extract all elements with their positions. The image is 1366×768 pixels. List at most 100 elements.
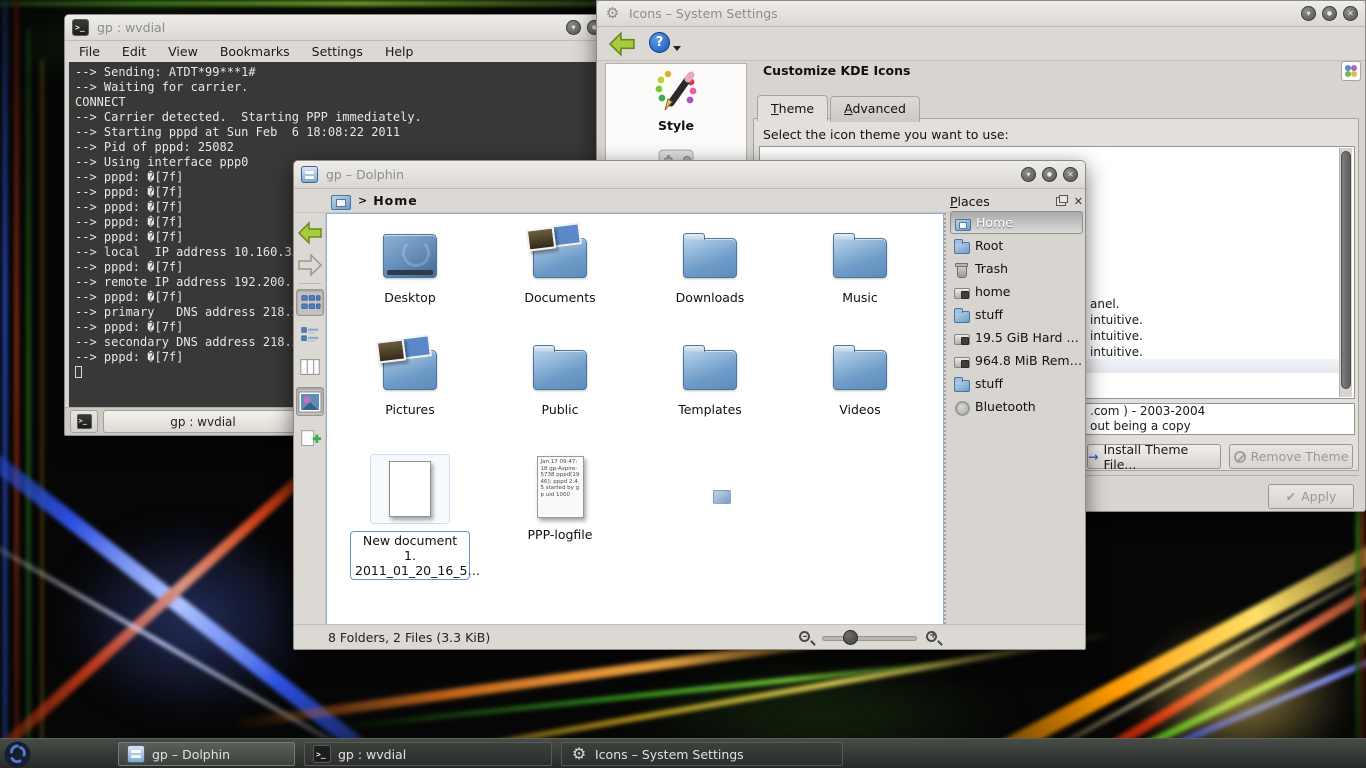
chevron-down-icon[interactable] xyxy=(673,46,681,51)
drive-icon xyxy=(953,330,969,346)
folder-item[interactable]: Pictures xyxy=(336,340,484,417)
dolphin-titlebar[interactable]: gp – Dolphin ▾ ● ✕ xyxy=(294,161,1085,189)
places-item[interactable]: Home xyxy=(950,211,1083,234)
dolphin-toolbar xyxy=(294,213,326,624)
menu-item[interactable]: Edit xyxy=(122,44,146,59)
forward-button[interactable] xyxy=(296,251,324,278)
settings-tabs: Theme Advanced xyxy=(757,96,922,122)
terminal-titlebar[interactable]: gp : wvdial ▾ ● xyxy=(65,15,609,41)
settings-titlebar[interactable]: Icons – System Settings ▾ ● ✕ xyxy=(597,1,1365,27)
places-item[interactable]: Trash xyxy=(950,257,1083,280)
apply-button[interactable]: ✔ Apply xyxy=(1268,484,1354,509)
folder-item[interactable]: Music xyxy=(786,228,934,305)
close-button[interactable]: ✕ xyxy=(1343,6,1358,21)
theme-description-fragment: intuitive. xyxy=(1090,344,1143,360)
dolphin-title: gp – Dolphin xyxy=(326,167,404,182)
taskbar: gp – Dolphin gp : wvdial Icons – System … xyxy=(0,738,1366,768)
folder-item[interactable]: Public xyxy=(486,340,634,417)
back-button[interactable] xyxy=(607,31,637,60)
folder-icon xyxy=(833,238,887,278)
terminal-line: --> Pid of pppd: 25082 xyxy=(75,140,599,155)
install-theme-button[interactable]: → Install Theme File... xyxy=(1087,444,1221,469)
folder-label: Desktop xyxy=(384,290,436,305)
sidebar-item-label: Style xyxy=(606,118,746,133)
places-item-label: 19.5 GiB Hard Drive xyxy=(975,330,1083,345)
places-item[interactable]: stuff xyxy=(950,372,1083,395)
zoom-out-icon[interactable] xyxy=(799,631,810,642)
home-folder-icon[interactable] xyxy=(331,193,350,209)
split-view-button[interactable] xyxy=(296,425,324,452)
columns-view-button[interactable] xyxy=(296,353,324,380)
places-item[interactable]: 19.5 GiB Hard Drive xyxy=(950,326,1083,349)
zoom-slider-track[interactable] xyxy=(822,636,917,641)
app-launcher-icon[interactable] xyxy=(4,741,31,768)
tab[interactable]: Theme xyxy=(757,95,828,121)
minimize-button[interactable]: ▾ xyxy=(1021,167,1036,182)
konsole-icon xyxy=(313,745,331,763)
folder-icon xyxy=(833,350,887,390)
folder-icon xyxy=(953,376,969,392)
folder-item[interactable]: Videos xyxy=(786,340,934,417)
places-item[interactable]: Bluetooth xyxy=(950,395,1083,418)
places-item-label: 964.8 MiB Remov… xyxy=(975,353,1083,368)
menu-item[interactable]: View xyxy=(168,44,198,59)
folder-item[interactable]: Desktop xyxy=(336,228,484,305)
places-item-label: Trash xyxy=(975,261,1008,276)
close-panel-icon[interactable]: ✕ xyxy=(1074,196,1083,207)
taskbar-task[interactable]: Icons – System Settings xyxy=(561,742,843,766)
places-item[interactable]: Root xyxy=(950,234,1083,257)
gear-icon xyxy=(604,5,621,22)
taskbar-task[interactable]: gp : wvdial xyxy=(304,742,552,766)
folder-label: Downloads xyxy=(676,290,745,305)
places-item[interactable]: 964.8 MiB Remov… xyxy=(950,349,1083,372)
menu-item[interactable]: Bookmarks xyxy=(220,44,290,59)
sidebar-item-style[interactable]: Style xyxy=(606,70,746,133)
help-icon[interactable]: ? xyxy=(649,32,670,53)
tab[interactable]: Advanced xyxy=(830,96,920,122)
menu-item[interactable]: File xyxy=(79,44,100,59)
back-button[interactable] xyxy=(296,219,324,246)
folder-icon xyxy=(383,350,437,390)
places-item[interactable]: stuff xyxy=(950,303,1083,326)
bluetooth-icon xyxy=(953,399,969,415)
panel-resize-handle[interactable] xyxy=(944,213,947,624)
taskbar-task[interactable]: gp – Dolphin xyxy=(118,742,295,766)
selection-highlight xyxy=(370,454,450,524)
maximize-button[interactable]: ● xyxy=(1042,167,1057,182)
close-button[interactable]: ✕ xyxy=(1063,167,1078,182)
zoom-in-icon[interactable] xyxy=(926,631,937,642)
file-item-selected[interactable]: New document 1. 2011_01_20_16_5… xyxy=(336,452,484,580)
minimize-button[interactable]: ▾ xyxy=(566,20,581,35)
preview-button[interactable] xyxy=(296,387,324,416)
terminal-tab[interactable]: gp : wvdial xyxy=(103,410,303,433)
dolphin-window: gp – Dolphin ▾ ● ✕ > Home xyxy=(293,160,1086,650)
folder-label: Public xyxy=(542,402,579,417)
new-tab-button[interactable] xyxy=(70,410,98,433)
file-item-logfile[interactable]: Jan 17 09:47:18 gp-Aspire-5738 pppd[1946… xyxy=(486,452,634,542)
remove-theme-button[interactable]: Remove Theme xyxy=(1229,444,1353,469)
folder-item[interactable]: Documents xyxy=(486,228,634,305)
breadcrumb-home[interactable]: Home xyxy=(373,193,418,208)
details-view-button[interactable] xyxy=(296,321,324,348)
minimize-button[interactable]: ▾ xyxy=(1301,6,1316,21)
task-label: Icons – System Settings xyxy=(595,747,744,762)
icons-view-button[interactable] xyxy=(296,289,324,316)
theme-prompt: Select the icon theme you want to use: xyxy=(763,127,1009,142)
folder-icon xyxy=(683,350,737,390)
zoom-slider-handle[interactable] xyxy=(843,630,858,645)
menu-item[interactable]: Help xyxy=(385,44,414,59)
scrollbar[interactable] xyxy=(1339,148,1352,397)
maximize-button[interactable]: ● xyxy=(1322,6,1337,21)
menu-item[interactable]: Settings xyxy=(312,44,363,59)
float-panel-icon[interactable] xyxy=(1056,197,1066,206)
folder-item[interactable]: Templates xyxy=(636,340,784,417)
folder-icon xyxy=(683,238,737,278)
file-view[interactable]: Desktop Documents Downloads Music xyxy=(326,213,944,626)
places-item[interactable]: home xyxy=(950,280,1083,303)
task-label: gp – Dolphin xyxy=(152,747,230,762)
folder-item[interactable]: Downloads xyxy=(636,228,784,305)
icons-module-icon xyxy=(1341,61,1361,81)
places-item-label: home xyxy=(975,284,1010,299)
scrollbar-thumb[interactable] xyxy=(1341,151,1351,389)
folder-label: Videos xyxy=(839,402,881,417)
